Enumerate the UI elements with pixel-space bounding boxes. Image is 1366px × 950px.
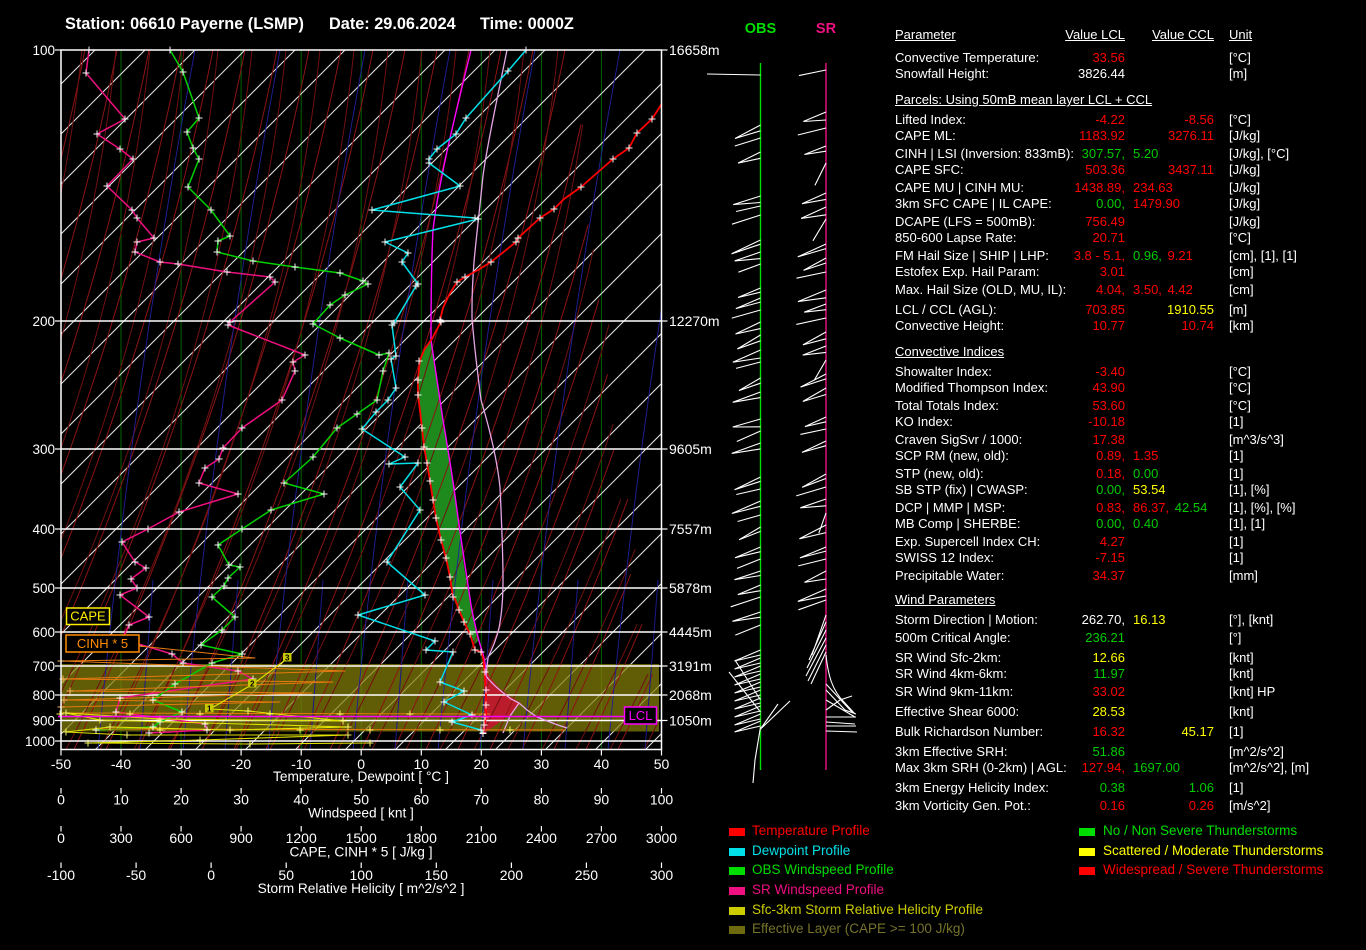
svg-text:2100: 2100 <box>466 830 497 846</box>
svg-text:-100: -100 <box>47 867 75 883</box>
svg-text:2700: 2700 <box>586 830 617 846</box>
svg-text:3000: 3000 <box>646 830 677 846</box>
svg-text:900: 900 <box>229 830 253 846</box>
svg-text:250: 250 <box>575 867 599 883</box>
svg-text:300: 300 <box>109 830 133 846</box>
svg-text:600: 600 <box>169 830 193 846</box>
svg-text:CAPE, CINH * 5 [ J/kg ]: CAPE, CINH * 5 [ J/kg ] <box>290 845 433 860</box>
svg-text:-50: -50 <box>126 867 146 883</box>
svg-text:2400: 2400 <box>526 830 557 846</box>
svg-text:Storm Relative Helicity [ m^2: Storm Relative Helicity [ m^2/s^2 ] <box>258 881 465 896</box>
svg-text:0: 0 <box>57 830 65 846</box>
svg-text:300: 300 <box>650 867 674 883</box>
svg-text:200: 200 <box>500 867 524 883</box>
svg-text:0: 0 <box>207 867 215 883</box>
